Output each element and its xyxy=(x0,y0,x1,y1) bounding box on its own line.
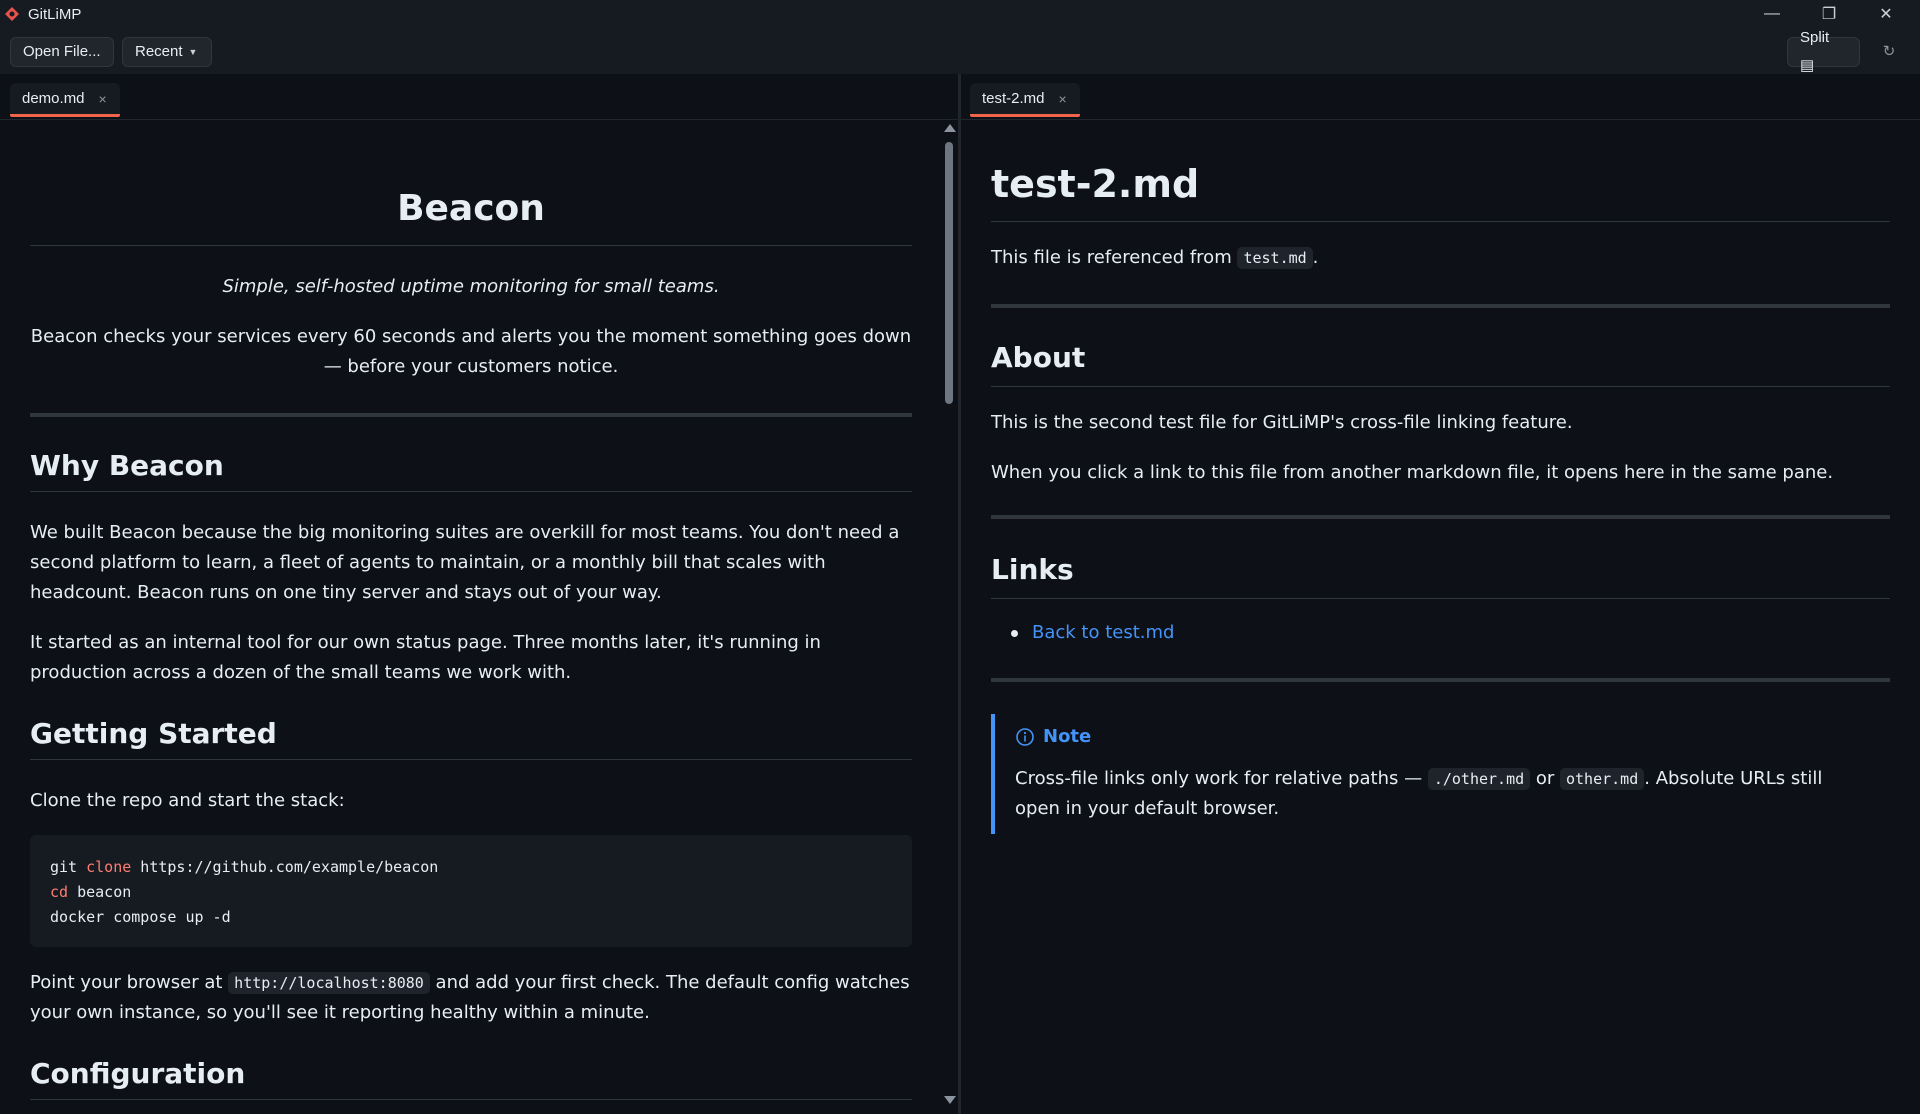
split-label: Split ▤ xyxy=(1800,29,1830,74)
horizontal-rule xyxy=(991,678,1890,682)
info-icon xyxy=(1016,728,1034,746)
code-text: docker compose up -d xyxy=(50,908,231,926)
horizontal-rule xyxy=(991,515,1890,519)
recent-label: Recent xyxy=(135,43,183,60)
right-tab-bar: test-2.md × xyxy=(961,74,1920,120)
heading-links: Links xyxy=(991,551,1890,599)
intro-paragraph: Beacon checks your services every 60 sec… xyxy=(30,326,912,377)
app-logo-icon xyxy=(5,7,19,21)
tab-close-icon[interactable]: × xyxy=(99,91,107,107)
heading-getting-started: Getting Started xyxy=(30,716,912,760)
text: Cross-file links only work for relative … xyxy=(1015,768,1428,789)
scroll-down-arrow-icon[interactable] xyxy=(944,1096,956,1104)
scrollbar-thumb[interactable] xyxy=(945,142,953,404)
title-bar: GitLiMP — ❐ ✕ xyxy=(0,0,1920,28)
text: or xyxy=(1530,768,1560,789)
bullet-icon xyxy=(1011,629,1018,637)
refresh-button[interactable]: ↻ xyxy=(1870,37,1908,67)
close-icon: ✕ xyxy=(1879,6,1893,23)
horizontal-rule xyxy=(991,304,1890,308)
code-keyword: clone xyxy=(86,858,132,876)
recent-dropdown[interactable]: Recent ▼ xyxy=(122,37,212,67)
left-tab-bar: demo.md × xyxy=(0,74,960,120)
tab-close-icon[interactable]: × xyxy=(1059,91,1067,107)
note-title: Note xyxy=(1043,726,1092,747)
tagline: Simple, self-hosted uptime monitoring fo… xyxy=(222,276,720,297)
paragraph: This file is referenced from test.md. xyxy=(991,243,1890,273)
tab-label: demo.md xyxy=(22,90,85,107)
text: Point your browser at xyxy=(30,972,229,993)
minimize-icon: — xyxy=(1764,5,1780,22)
code-text: beacon xyxy=(68,883,132,901)
inline-code: http://localhost:8080 xyxy=(228,972,430,994)
doc-title: test-2.md xyxy=(991,156,1890,222)
minimize-button[interactable]: — xyxy=(1744,0,1800,28)
paragraph: This is the second test file for GitLiMP… xyxy=(991,412,1573,433)
back-to-test-link[interactable]: Back to test.md xyxy=(1032,618,1174,648)
tab-test-2-md[interactable]: test-2.md × xyxy=(970,83,1080,117)
note-text: Cross-file links only work for relative … xyxy=(1015,764,1870,824)
refresh-icon: ↻ xyxy=(1882,43,1896,60)
paragraph: We built Beacon because the big monitori… xyxy=(30,522,900,603)
open-file-label: Open File... xyxy=(23,43,101,60)
paragraph: When you click a link to this file from … xyxy=(991,462,1834,483)
right-preview-pane: test-2.md This file is referenced from t… xyxy=(961,120,1920,1110)
inline-code: ./other.md xyxy=(1427,768,1531,790)
inline-code: test.md xyxy=(1237,247,1313,269)
restore-icon: ❐ xyxy=(1821,6,1837,23)
left-preview-pane: Beacon Simple, self-hosted uptime monito… xyxy=(0,120,940,1110)
app-window: GitLiMP — ❐ ✕ Open File... Recent ▼ Spli… xyxy=(0,0,1920,1114)
left-scrollbar[interactable] xyxy=(940,120,958,1114)
inline-code: other.md xyxy=(1560,768,1645,790)
tab-label: test-2.md xyxy=(982,90,1045,107)
code-keyword: cd xyxy=(50,883,69,901)
text: . xyxy=(1312,247,1319,268)
tab-demo-md[interactable]: demo.md × xyxy=(10,83,120,117)
heading-configuration: Configuration xyxy=(30,1056,912,1100)
split-button[interactable]: Split ▤ xyxy=(1787,29,1860,74)
app-title: GitLiMP xyxy=(28,6,82,23)
close-window-button[interactable]: ✕ xyxy=(1858,0,1914,28)
paragraph: Point your browser at http://localhost:8… xyxy=(30,968,912,1028)
toolbar: Open File... Recent ▼ Split ▤ ↻ xyxy=(0,28,1920,74)
text: This file is referenced from xyxy=(991,247,1238,268)
list-item: Back to test.md xyxy=(1011,618,1890,648)
horizontal-rule xyxy=(30,413,912,417)
scroll-up-arrow-icon[interactable] xyxy=(944,124,956,132)
open-file-button[interactable]: Open File... xyxy=(10,37,114,67)
note-callout: Note Cross-file links only work for rela… xyxy=(991,714,1890,834)
link-list: Back to test.md xyxy=(991,618,1890,648)
paragraph: It started as an internal tool for our o… xyxy=(30,632,821,683)
heading-why-beacon: Why Beacon xyxy=(30,448,912,492)
caret-down-icon: ▼ xyxy=(188,47,198,57)
heading-about: About xyxy=(991,339,1890,387)
note-header: Note xyxy=(1015,722,1870,752)
code-block[interactable]: git clone https://github.com/example/bea… xyxy=(30,835,912,947)
doc-title: Beacon xyxy=(30,186,912,246)
paragraph: Clone the repo and start the stack: xyxy=(30,790,345,811)
code-text: git xyxy=(50,858,87,876)
code-text: https://github.com/example/beacon xyxy=(131,858,439,876)
